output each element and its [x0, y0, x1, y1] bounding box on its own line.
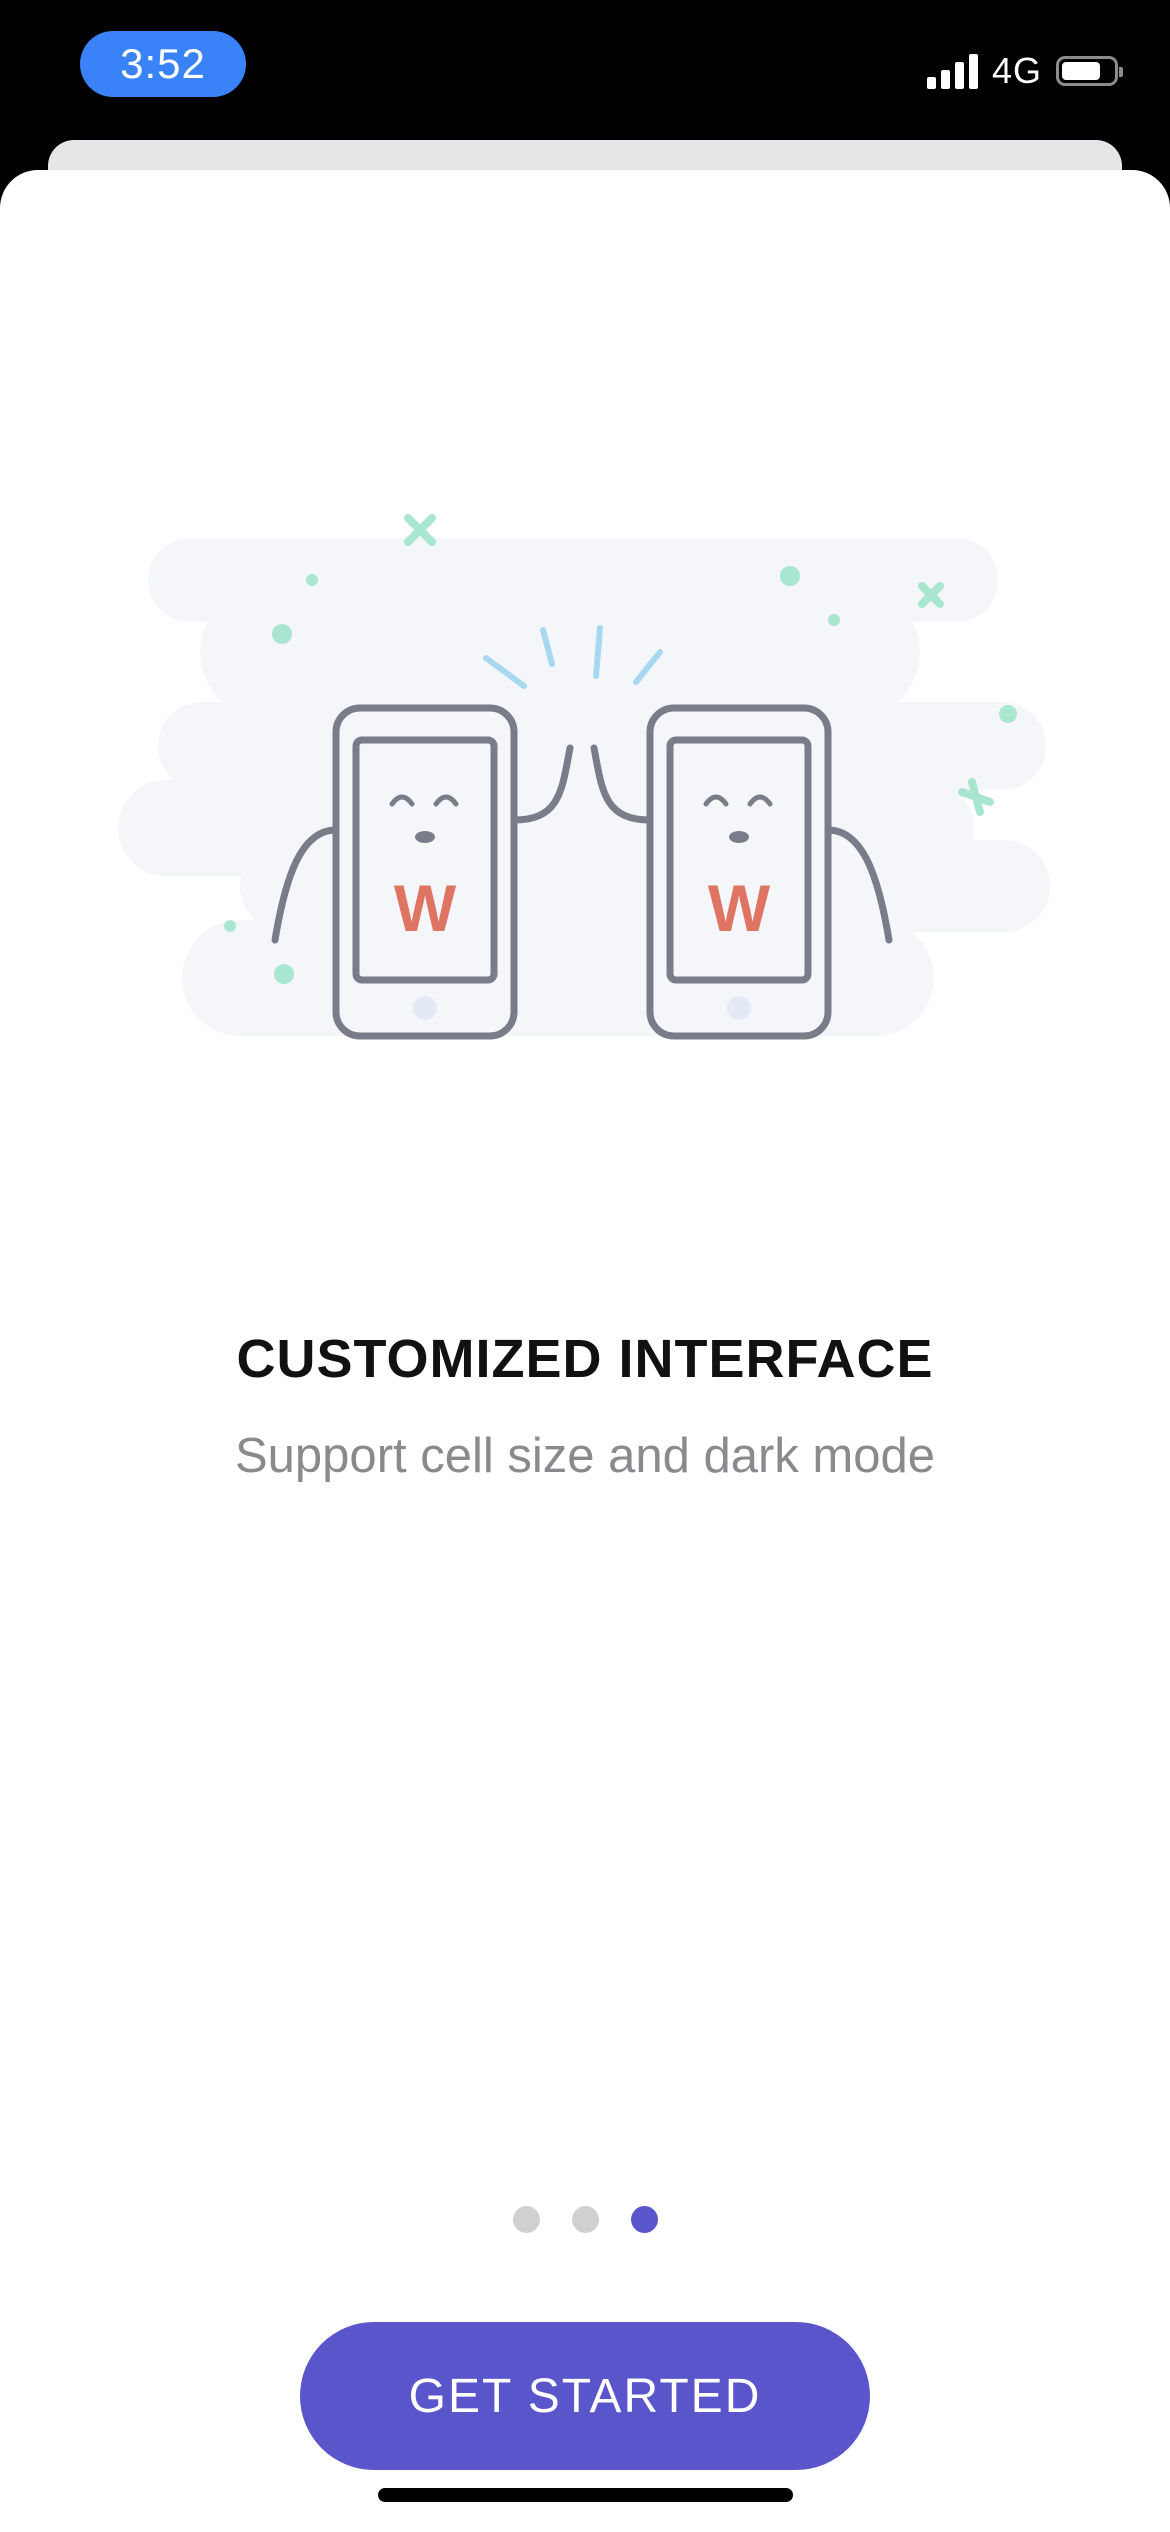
high-five-phones-illustration: W W: [118, 514, 1050, 1040]
page-dot-2[interactable]: [571, 2206, 599, 2233]
battery-level: [1062, 62, 1100, 80]
page-dot-3[interactable]: [630, 2206, 658, 2233]
page-dot-1[interactable]: [512, 2206, 540, 2233]
battery-icon: [1056, 56, 1123, 86]
status-indicators: 4G: [926, 46, 1123, 96]
onboarding-screen: 3:52 4G W W CUSTOMIZED INTERFACE Support…: [0, 0, 1170, 2532]
left-phone-logo: W: [394, 871, 457, 945]
onboarding-title: CUSTOMIZED INTERFACE: [236, 1329, 934, 1389]
status-bar: 3:52 4G: [0, 0, 1170, 140]
get-started-button[interactable]: GET STARTED: [300, 2322, 870, 2470]
cloud-background: [118, 538, 1050, 1036]
home-indicator[interactable]: [378, 2488, 793, 2502]
page-indicator[interactable]: [0, 2206, 1170, 2233]
onboarding-subtitle: Support cell size and dark mode: [235, 1429, 935, 1483]
network-type: 4G: [991, 50, 1042, 91]
status-time[interactable]: 3:52: [80, 31, 246, 97]
cellular-signal-icon: [926, 53, 978, 89]
right-phone-logo: W: [708, 871, 771, 945]
onboarding-sheet: W W CUSTOMIZED INTERFACE Support cell si…: [0, 170, 1170, 2532]
